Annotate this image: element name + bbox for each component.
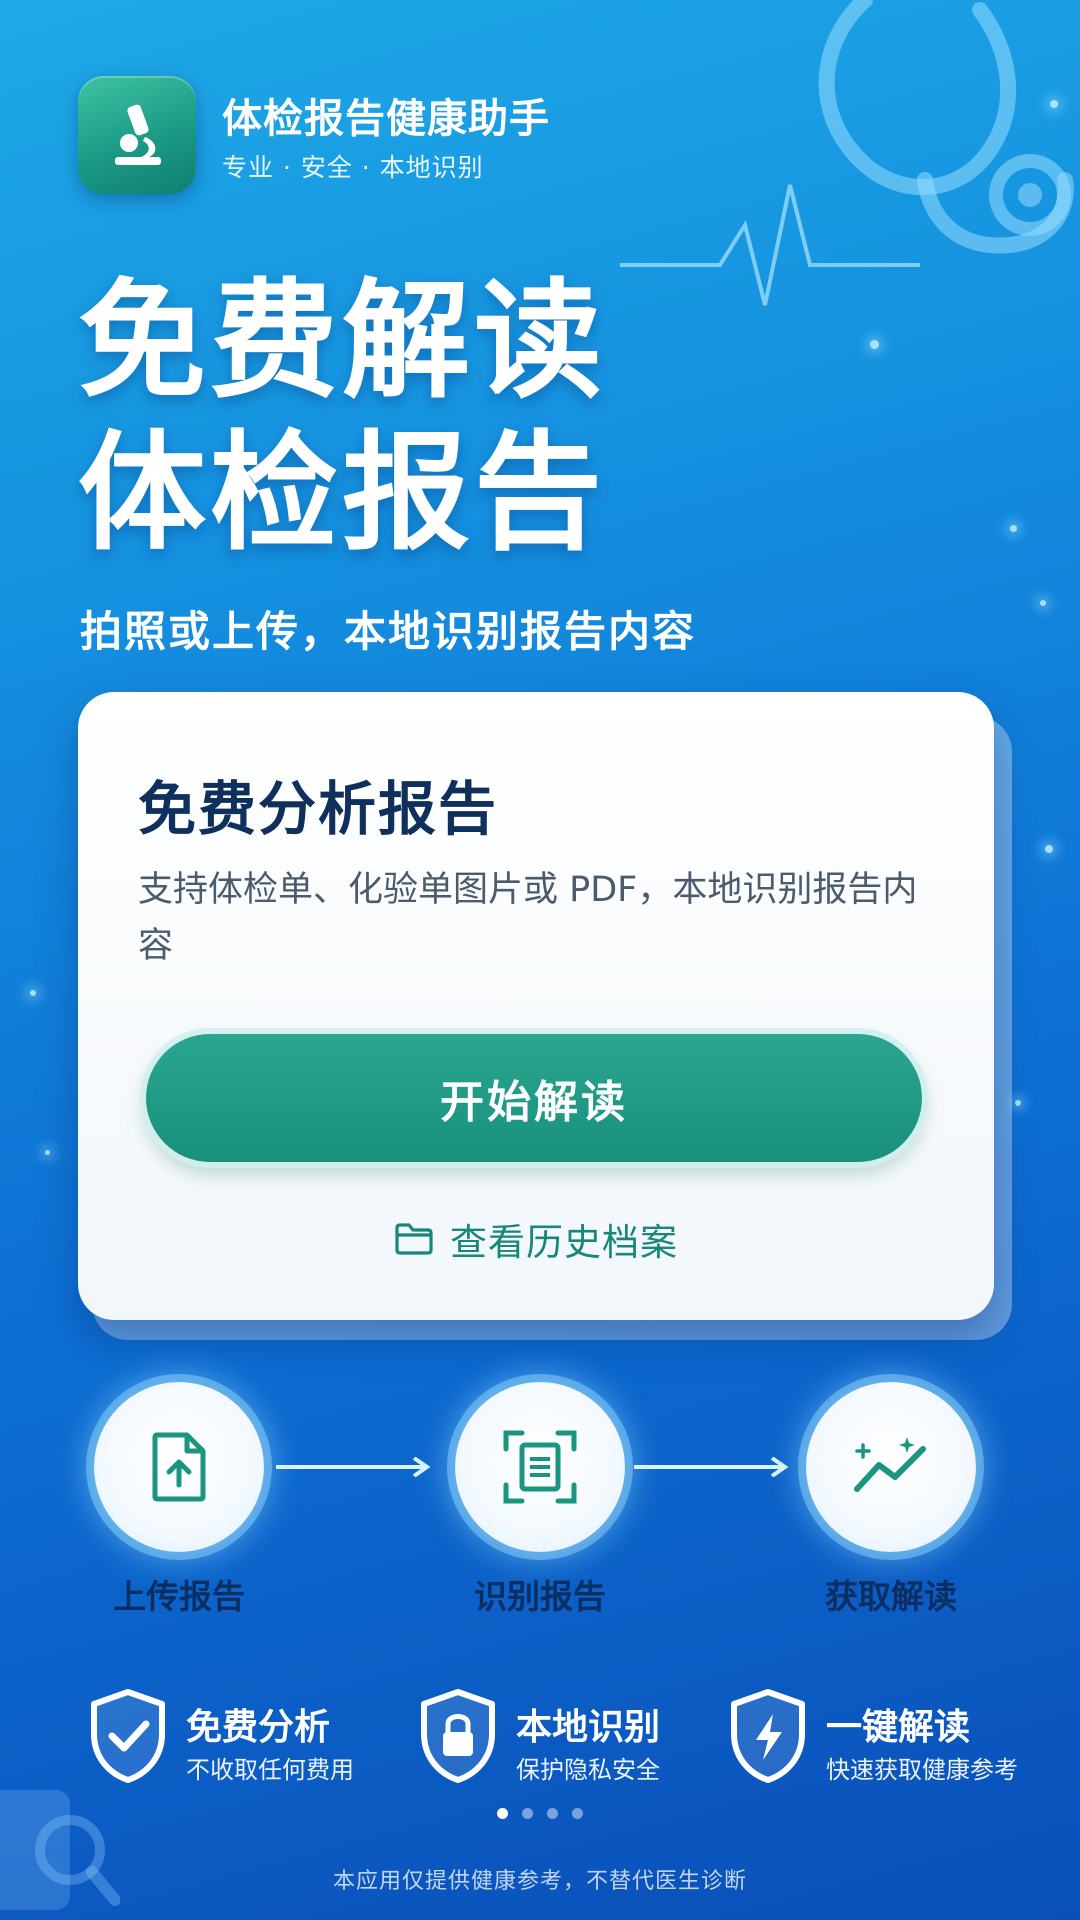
- card-description: 支持体检单、化验单图片或 PDF，本地识别报告内容: [138, 870, 918, 966]
- microscope-icon: [115, 104, 161, 165]
- feature-subtitle: 快速获取健康参考: [826, 1756, 1018, 1784]
- feature-subtitle: 不收取任何费用: [186, 1756, 354, 1784]
- shield-bolt-icon: [731, 1689, 805, 1783]
- glow-dot: [1015, 1100, 1021, 1106]
- glow-dot: [1045, 845, 1053, 853]
- feature-title: 免费分析: [186, 1707, 331, 1748]
- app-tagline: 专业 · 安全 · 本地识别: [222, 153, 484, 182]
- heartbeat-line-decoration: [620, 184, 920, 306]
- page-dot[interactable]: [547, 1808, 558, 1819]
- step-upload-circle: [94, 1382, 264, 1552]
- hero-subtitle: 拍照或上传，本地识别报告内容: [80, 607, 697, 656]
- shield-lock-icon: [421, 1689, 495, 1783]
- step-recognize-label: 识别报告: [474, 1577, 606, 1616]
- arrow-right-icon: [276, 1457, 431, 1477]
- trend-chart-icon: [854, 1437, 926, 1492]
- step-result-label: 获取解读: [825, 1577, 957, 1616]
- arrow-right-icon: [634, 1457, 789, 1477]
- search-report-decoration: [0, 1790, 120, 1910]
- page-indicator: [0, 1808, 1080, 1819]
- feature-title: 本地识别: [516, 1707, 661, 1748]
- step-recognize-circle: [455, 1382, 625, 1552]
- shield-check-icon: [91, 1689, 165, 1783]
- glow-dot: [870, 340, 879, 349]
- app-icon: [78, 76, 196, 194]
- hero-line-2: 体检报告: [78, 419, 607, 568]
- hero-line-1: 免费解读: [78, 267, 607, 416]
- step-result-circle: [806, 1382, 976, 1552]
- card-title: 免费分析报告: [138, 775, 499, 843]
- glow-dot: [1010, 525, 1017, 532]
- page-dot[interactable]: [522, 1808, 533, 1819]
- glow-dot: [1040, 600, 1046, 606]
- feature-title: 一键解读: [826, 1707, 971, 1748]
- glow-dot: [30, 990, 36, 996]
- disclaimer-text: 本应用仅提供健康参考，不替代医生诊断: [332, 1869, 747, 1894]
- app-title: 体检报告健康助手: [222, 96, 550, 142]
- step-upload-label: 上传报告: [113, 1577, 245, 1616]
- page-dot-active[interactable]: [497, 1808, 508, 1819]
- view-history-link[interactable]: 查看历史档案: [78, 1212, 994, 1266]
- folder-icon: [395, 1223, 433, 1255]
- page-dot[interactable]: [572, 1808, 583, 1819]
- scan-document-icon: [503, 1430, 577, 1504]
- view-history-label: 查看历史档案: [450, 1221, 678, 1264]
- start-reading-button[interactable]: 开始解读: [146, 1034, 922, 1162]
- analysis-card: 免费分析报告 支持体检单、化验单图片或 PDF，本地识别报告内容 开始解读 查看…: [78, 692, 994, 1320]
- glow-dot: [1050, 100, 1058, 108]
- glow-dot: [45, 1150, 50, 1155]
- hero-heading: 免费解读 体检报告: [78, 266, 606, 570]
- file-upload-icon: [152, 1432, 206, 1502]
- feature-subtitle: 保护隐私安全: [516, 1756, 660, 1784]
